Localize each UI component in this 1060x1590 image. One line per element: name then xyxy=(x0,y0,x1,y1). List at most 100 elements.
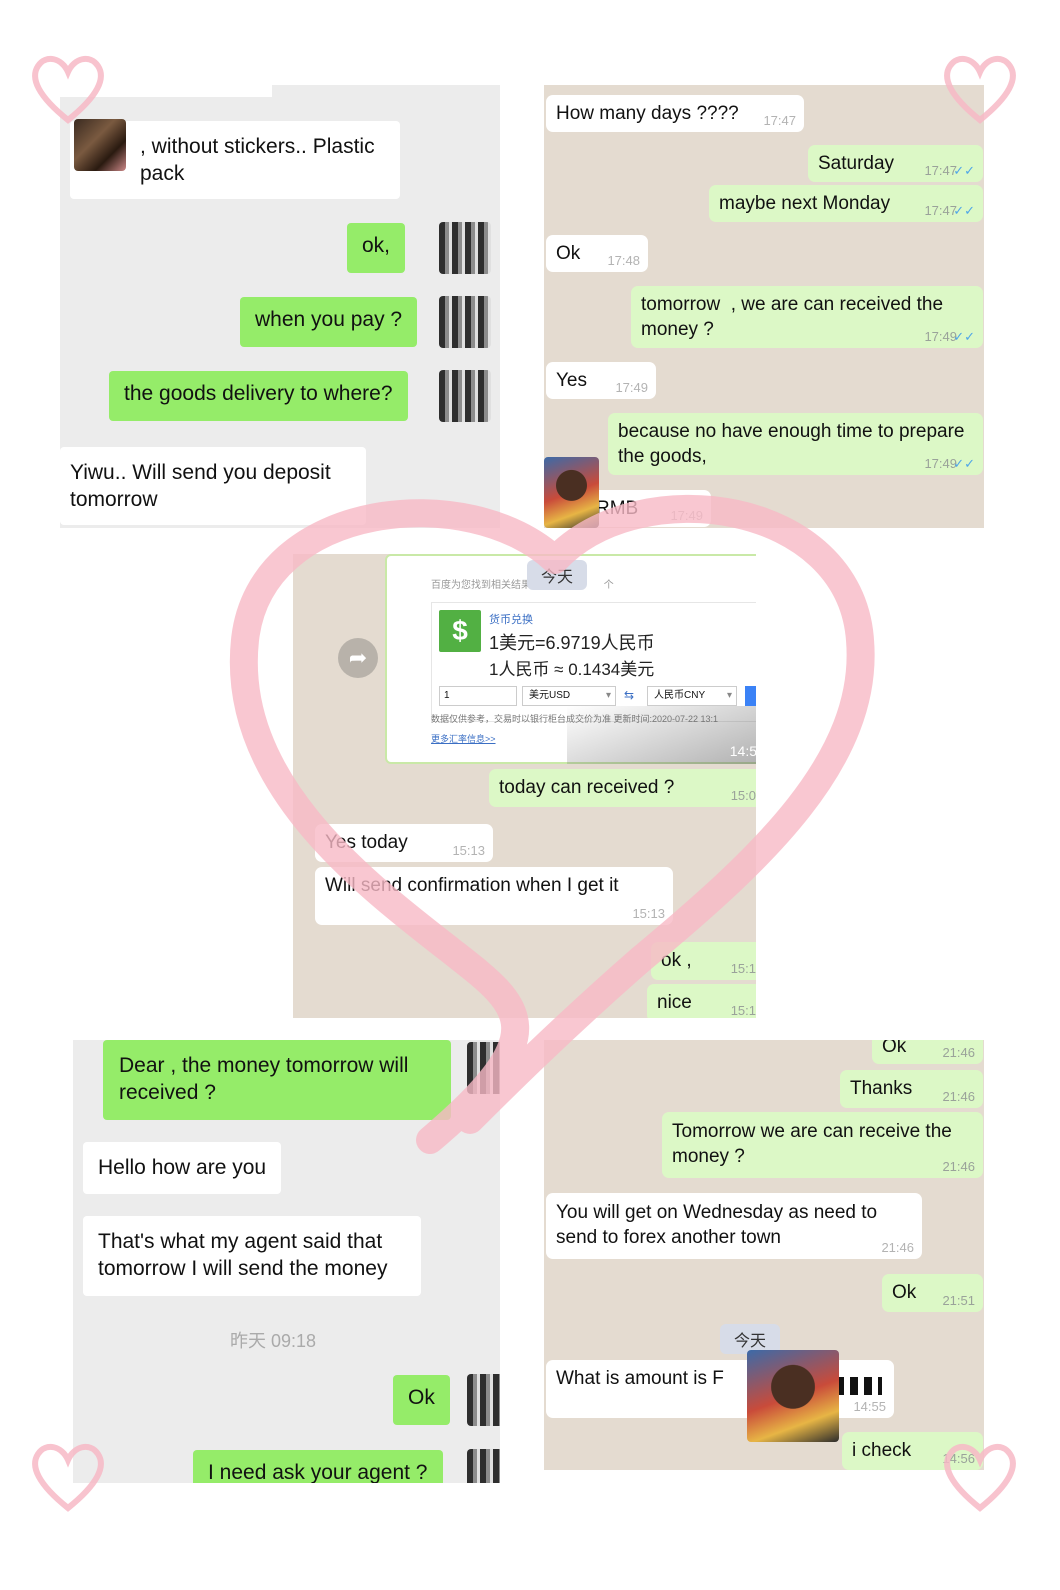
read-receipt-icon: ✓✓ xyxy=(953,329,975,344)
message-incoming[interactable]: Will send confirmation when I get it 15:… xyxy=(315,867,673,925)
message-text: Yes today xyxy=(325,832,408,853)
select-value: 人民币CNY xyxy=(654,690,706,701)
from-currency-select[interactable]: 美元USD ▾ xyxy=(522,686,616,706)
rate-line-secondary: 1人民币 ≈ 0.1434美元 xyxy=(489,660,655,679)
message-text: You will get on Wednesday as need to sen… xyxy=(556,1202,878,1248)
message-time: 21:46 xyxy=(942,1045,975,1060)
user-avatar[interactable] xyxy=(467,1042,500,1094)
message-text: That's what my agent said that tomorrow … xyxy=(98,1230,388,1280)
amount-input[interactable]: 1 xyxy=(439,686,517,706)
message-outgoing[interactable]: nice 15:1 xyxy=(647,984,756,1018)
message-outgoing[interactable]: because no have enough time to prepare t… xyxy=(608,413,983,475)
user-avatar[interactable] xyxy=(439,222,491,274)
message-outgoing[interactable]: Ok 21:46 xyxy=(872,1040,983,1064)
message-time: 17:49 xyxy=(670,508,703,523)
message-outgoing[interactable]: Tomorrow we are can receive the money ? … xyxy=(662,1112,983,1178)
user-avatar[interactable] xyxy=(439,296,491,348)
message-outgoing[interactable]: the goods delivery to where? xyxy=(109,371,408,421)
message-text: maybe next Monday xyxy=(719,193,891,214)
heart-icon xyxy=(32,55,104,124)
message-time: 17:47 xyxy=(924,163,957,178)
message-incoming[interactable]: How many days ???? 17:47 xyxy=(546,95,804,132)
message-text: RMB xyxy=(596,498,639,519)
chat-panel-top-left: , without stickers.. Plastic pack ok, wh… xyxy=(60,85,500,528)
message-incoming[interactable]: Yes today 15:13 xyxy=(315,824,493,862)
message-incoming[interactable]: Yes 17:49 xyxy=(546,362,656,399)
message-text: I need ask your agent ? xyxy=(208,1461,428,1483)
message-incoming[interactable]: That's what my agent said that tomorrow … xyxy=(83,1216,421,1296)
heart-icon xyxy=(32,1443,104,1512)
user-avatar[interactable] xyxy=(467,1449,500,1483)
search-summary: 百度为您找到相关结果约 xyxy=(431,580,541,591)
message-text: Yes xyxy=(556,370,587,391)
message-text: Ok xyxy=(408,1386,435,1409)
read-receipt-icon: ✓✓ xyxy=(953,203,975,218)
message-text: Ok xyxy=(556,243,581,264)
message-outgoing[interactable]: ok , 15:1 xyxy=(651,942,756,980)
message-time: 15:1 xyxy=(730,1003,756,1018)
censor-block xyxy=(836,1377,882,1395)
message-incoming[interactable]: Yiwu.. Will send you deposit tomorrow xyxy=(60,447,366,525)
message-outgoing[interactable]: ok, xyxy=(347,223,406,273)
rate-line-primary: 1美元=6.9719人民币 xyxy=(489,633,655,653)
converter-title[interactable]: 货币兑换 xyxy=(489,611,533,627)
message-time: 21:46 xyxy=(942,1089,975,1104)
chat-timestamp: 昨天 09:18 xyxy=(229,1331,317,1351)
message-outgoing[interactable]: today can received ? 15:0 xyxy=(489,769,756,807)
message-outgoing[interactable]: Thanks 21:46 xyxy=(840,1070,983,1108)
message-outgoing[interactable]: when you pay ? xyxy=(240,297,418,347)
message-time: 17:49 xyxy=(615,380,648,395)
chat-panel-bottom-right: Ok 21:46 Thanks 21:46 Tomorrow we are ca… xyxy=(544,1040,984,1470)
message-time: 15:13 xyxy=(452,843,485,858)
message-outgoing[interactable]: Saturday 17:47 ✓✓ xyxy=(808,145,983,182)
message-outgoing[interactable]: Ok xyxy=(393,1375,450,1425)
message-outgoing[interactable]: Dear , the money tomorrow will received … xyxy=(103,1040,451,1120)
contact-avatar[interactable] xyxy=(544,457,599,528)
message-text: Ok xyxy=(882,1040,907,1057)
date-divider: 今天 xyxy=(527,560,588,590)
message-text: Dear , the money tomorrow will received … xyxy=(119,1054,409,1104)
forward-arrow-icon: ➦ xyxy=(348,645,368,670)
more-rates-link[interactable]: 更多汇率信息>> xyxy=(431,732,496,745)
message-outgoing[interactable]: Ok 21:51 xyxy=(882,1274,983,1312)
swap-currency-icon[interactable]: ⇆ xyxy=(619,686,639,704)
chevron-down-icon: ▾ xyxy=(726,690,732,701)
message-outgoing[interactable]: I need ask your agent ? xyxy=(193,1450,443,1483)
message-time: 17:47 xyxy=(924,203,957,218)
message-text: What is amount is F xyxy=(556,1368,724,1389)
message-time: 17:47 xyxy=(763,113,796,128)
message-incoming[interactable]: Hello how are you xyxy=(83,1142,282,1194)
message-time: 21:46 xyxy=(881,1240,914,1255)
convert-button[interactable] xyxy=(745,686,756,706)
message-time: 17:49 xyxy=(924,329,957,344)
select-value: 美元USD xyxy=(529,690,571,701)
message-text: Tomorrow we are can receive the money ? xyxy=(672,1121,952,1167)
contact-avatar[interactable] xyxy=(747,1350,839,1442)
message-time: 14:5 xyxy=(729,743,756,759)
message-time: 14:55 xyxy=(853,1399,886,1414)
forward-button[interactable]: ➦ xyxy=(338,638,378,678)
message-text: nice xyxy=(657,992,692,1013)
user-avatar[interactable] xyxy=(439,370,491,422)
dollar-icon: $ xyxy=(439,610,481,652)
message-outgoing[interactable]: maybe next Monday 17:47 ✓✓ xyxy=(709,185,983,222)
to-currency-select[interactable]: 人民币CNY ▾ xyxy=(647,686,737,706)
search-summary-tail: 个 xyxy=(603,580,614,591)
message-text: i check xyxy=(852,1440,912,1461)
message-text: because no have enough time to prepare t… xyxy=(618,421,965,467)
read-receipt-icon: ✓✓ xyxy=(953,456,975,471)
message-incoming[interactable]: You will get on Wednesday as need to sen… xyxy=(546,1193,922,1259)
chevron-down-icon: ▾ xyxy=(605,690,611,701)
heart-icon xyxy=(944,1443,1016,1512)
message-time: 15:0 xyxy=(730,788,756,803)
message-incoming[interactable]: Ok 17:48 xyxy=(546,235,648,272)
user-avatar[interactable] xyxy=(467,1374,500,1426)
message-text: Saturday xyxy=(818,153,895,174)
contact-avatar[interactable] xyxy=(74,119,126,171)
chat-panel-bottom-left: Dear , the money tomorrow will received … xyxy=(73,1040,500,1483)
message-text: , without stickers.. Plastic pack xyxy=(140,135,375,185)
message-time: 21:46 xyxy=(942,1159,975,1174)
message-text: today can received ? xyxy=(499,777,675,798)
message-text: Will send confirmation when I get it xyxy=(325,875,619,896)
message-outgoing[interactable]: tomorrow , we are can received the money… xyxy=(631,286,983,348)
